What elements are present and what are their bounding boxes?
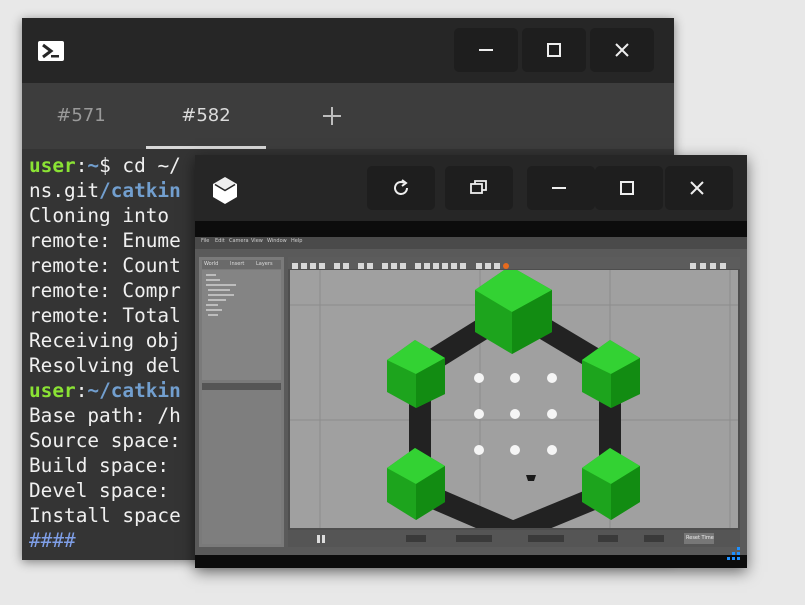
world-tree[interactable] [202,270,281,380]
terminal-text: Source space: [29,429,181,452]
maximize-icon [547,43,561,57]
menu-help[interactable]: Help [291,238,302,244]
terminal-text: ~/catkin [87,379,181,402]
menu-view[interactable]: View [251,238,263,244]
cube-top [475,266,552,354]
property-panel[interactable] [202,390,281,544]
terminal-text: remote: Compr [29,279,181,302]
terminal-text: remote: Total [29,304,181,327]
gazebo-left-panel: World Insert Layers [199,257,284,547]
terminal-tabstrip: #571 #582 [22,83,674,149]
panel-tabs: World Insert Layers [202,260,281,269]
menu-window[interactable]: Window [267,238,287,244]
terminal-text: : [75,379,88,402]
terminal-titlebar[interactable] [22,18,674,83]
reset-time-button[interactable]: Reset Time [684,533,714,544]
terminal-close-button[interactable] [590,28,654,72]
minimize-icon [479,49,493,51]
terminal-text: : [75,154,88,177]
gazebo-viewport: Reset Time [288,257,740,547]
terminal-line: Receiving obj [29,328,181,353]
terminal-line: Build space: [29,453,181,478]
terminal-text: Receiving obj [29,329,181,352]
status-field [456,535,492,542]
terminal-text: #### [29,529,76,552]
terminal-line: Base path: /h [29,403,181,428]
terminal-line: user:~/catkin [29,378,181,403]
menu-edit[interactable]: Edit [215,238,225,244]
terminal-line: remote: Count [29,253,181,278]
tab-582[interactable]: #582 [146,83,266,149]
gazebo-maximize-button[interactable] [595,166,663,210]
terminal-text: user [29,154,76,177]
gazebo-menubar: File Edit Camera View Window Help [195,237,747,249]
gazebo-close-button[interactable] [665,166,733,210]
reset-time-label: Reset Time [686,535,714,541]
terminal-line: Devel space: [29,478,181,503]
menu-camera[interactable]: Camera [229,238,249,244]
new-tab-button[interactable] [312,83,352,149]
scene-canvas [290,266,738,543]
terminal-line: remote: Total [29,303,181,328]
gazebo-header-gap [195,221,747,237]
tab-571[interactable]: #571 [36,83,126,149]
terminal-text: $ cd ~/ [99,154,181,177]
terminal-line: #### [29,528,76,553]
terminal-line: Install space [29,503,181,528]
close-icon [690,181,704,195]
status-field [406,535,426,542]
terminal-minimize-button[interactable] [454,28,518,72]
property-header [202,383,281,390]
gazebo-bottom-bar [195,547,747,568]
gazebo-minimize-button[interactable] [527,166,595,210]
terminal-text: Build space: [29,454,181,477]
terminal-line: Cloning into [29,203,181,228]
terminal-text: ns.git [29,179,100,202]
status-field [528,535,564,542]
maximize-icon [620,181,634,195]
gazebo-titlebar[interactable] [195,155,747,221]
panel-tab-insert[interactable]: Insert [230,261,244,267]
status-field [598,535,618,542]
gazebo-screen[interactable]: File Edit Camera View Window Help World … [195,237,747,555]
gazebo-window: File Edit Camera View Window Help World … [195,155,747,568]
cube-icon [213,177,237,204]
gazebo-statusbar: Reset Time [288,530,740,547]
terminal-text: remote: Count [29,254,181,277]
powershell-icon [38,41,64,61]
terminal-text: Cloning into [29,204,181,227]
terminal-line: remote: Compr [29,278,181,303]
terminal-line: remote: Enume [29,228,181,253]
pause-icon[interactable] [316,534,326,544]
terminal-text: Install space [29,504,181,527]
3d-scene[interactable] [290,266,738,543]
restore-button[interactable] [445,166,513,210]
terminal-line: user:~$ cd ~/ [29,153,181,178]
restore-icon [470,180,487,194]
status-field [644,535,664,542]
terminal-text: user [29,379,76,402]
refresh-icon [394,179,408,195]
terminal-text: remote: Enume [29,229,181,252]
panel-tab-layers[interactable]: Layers [256,261,273,267]
resize-grip-icon[interactable] [723,545,743,565]
robot-marker [526,475,536,481]
terminal-text: Devel space: [29,479,181,502]
viewport-toolbar[interactable] [288,257,740,269]
terminal-line: Source space: [29,428,181,453]
terminal-text: /catkin [99,179,181,202]
close-icon [615,43,629,57]
refresh-button[interactable] [367,166,435,210]
waypoint-markers [474,373,557,455]
terminal-line: Resolving del [29,353,181,378]
panel-tab-world[interactable]: World [204,261,218,267]
plus-icon [323,107,341,125]
terminal-text: Base path: /h [29,404,181,427]
terminal-line: ns.git/catkin [29,178,181,203]
minimize-icon [552,187,566,189]
terminal-maximize-button[interactable] [522,28,586,72]
menu-file[interactable]: File [201,238,209,244]
terminal-text: ~ [87,154,100,177]
terminal-text: Resolving del [29,354,181,377]
